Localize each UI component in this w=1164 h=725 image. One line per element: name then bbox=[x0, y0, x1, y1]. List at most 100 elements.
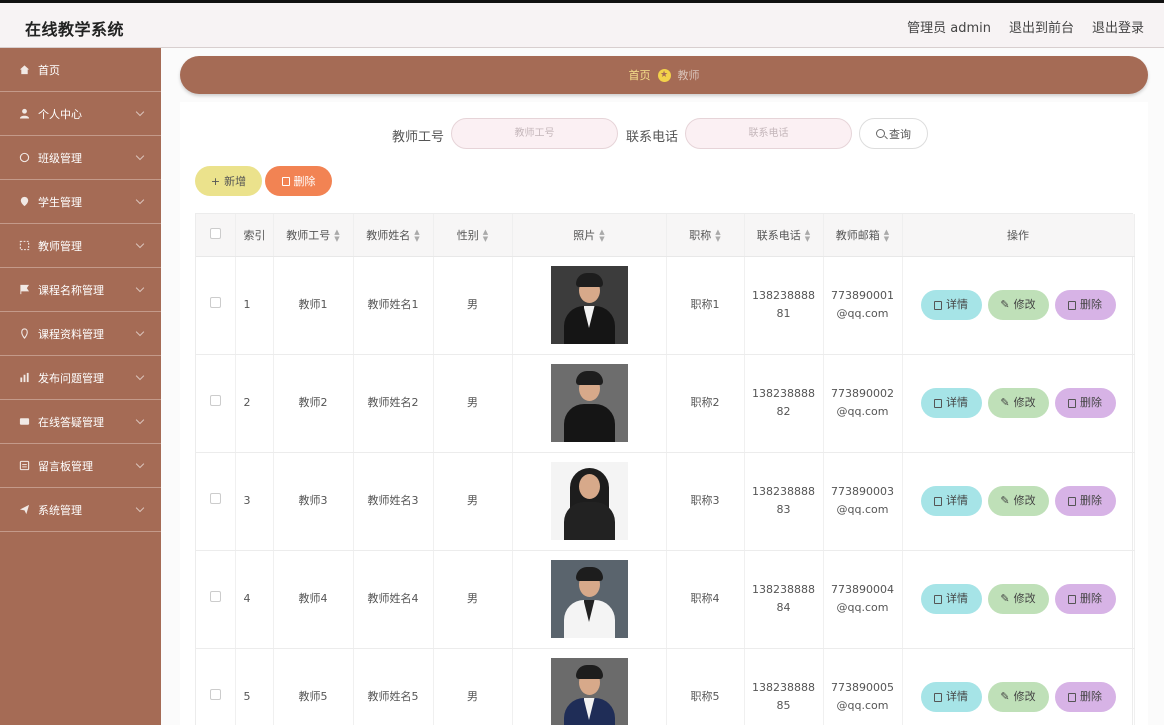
sidebar-item-profile[interactable]: 个人中心 bbox=[0, 92, 161, 136]
row-select-cell bbox=[196, 354, 236, 453]
teacher-photo[interactable] bbox=[550, 560, 628, 638]
sort-icon[interactable]: ▲ ▼ bbox=[483, 228, 488, 243]
row-checkbox[interactable] bbox=[209, 591, 221, 602]
row-checkbox[interactable] bbox=[209, 395, 221, 406]
user-icon bbox=[18, 108, 30, 120]
breadcrumb: 首页 ★ 教师 bbox=[180, 56, 1148, 94]
phone-input[interactable] bbox=[685, 118, 852, 149]
column-header-teacher-name[interactable]: 教师姓名 ▲ ▼ bbox=[353, 214, 434, 257]
sidebar-item-label: 在线答疑管理 bbox=[38, 415, 104, 429]
sidebar-item-teacher[interactable]: 教师管理 bbox=[0, 224, 161, 268]
detail-label: 详情 bbox=[946, 690, 968, 703]
column-header-label: 教师工号 bbox=[286, 228, 331, 242]
teacher-no-input[interactable] bbox=[451, 118, 618, 149]
edit-button[interactable]: ✎ 修改 bbox=[987, 486, 1049, 516]
edit-label: 修改 bbox=[1013, 396, 1036, 409]
sidebar-item-label: 发布问题管理 bbox=[38, 371, 104, 385]
teacher-photo[interactable] bbox=[550, 266, 628, 344]
sidebar-item-student[interactable]: 学生管理 bbox=[0, 180, 161, 224]
chevron-down-icon bbox=[135, 195, 145, 205]
email-line-2: @qq.com bbox=[836, 503, 889, 516]
sort-icon[interactable]: ▲ ▼ bbox=[884, 228, 889, 243]
pencil-icon: ✎ bbox=[1000, 592, 1010, 605]
teacher-photo[interactable] bbox=[550, 462, 628, 540]
sidebar-item-course-name[interactable]: 课程名称管理 bbox=[0, 268, 161, 312]
column-header-label: 照片 bbox=[573, 228, 596, 242]
sidebar-item-label: 学生管理 bbox=[38, 195, 82, 209]
edit-label: 修改 bbox=[1013, 592, 1036, 605]
batch-delete-button[interactable]: 删除 bbox=[265, 166, 332, 196]
document-icon bbox=[934, 398, 942, 408]
document-icon bbox=[934, 594, 942, 604]
chevron-down-icon bbox=[135, 327, 145, 337]
send-icon bbox=[18, 504, 30, 516]
column-header-phone[interactable]: 联系电话 ▲ ▼ bbox=[744, 214, 824, 257]
sort-icon[interactable]: ▲ ▼ bbox=[334, 228, 339, 243]
column-header-teacher-no[interactable]: 教师工号 ▲ ▼ bbox=[273, 214, 354, 257]
chevron-down-icon bbox=[135, 283, 145, 293]
edit-button[interactable]: ✎ 修改 bbox=[987, 584, 1049, 614]
row-select-cell bbox=[196, 648, 236, 725]
title-cell: 职称3 bbox=[666, 452, 745, 551]
detail-button[interactable]: 详情 bbox=[920, 290, 982, 320]
column-header-title[interactable]: 职称 ▲ ▼ bbox=[666, 214, 745, 257]
email-cell: 773890005 @qq.com bbox=[823, 648, 903, 725]
sidebar-item-home[interactable]: 首页 bbox=[0, 48, 161, 92]
query-button[interactable]: 查询 bbox=[859, 118, 928, 149]
phone-cell: 138238888 85 bbox=[744, 648, 824, 725]
teacher-table: 索引 教师工号 ▲ ▼ 教师姓名 ▲ ▼ 性别 ▲ ▼ 照片 ▲ ▼ 职称 ▲ ▼ 联系电话 ▲ ▼ 教… bbox=[195, 213, 1135, 725]
gender-cell: 男 bbox=[433, 256, 513, 355]
phone-cell: 138238888 84 bbox=[744, 550, 824, 649]
sort-icon[interactable]: ▲ ▼ bbox=[805, 228, 810, 243]
logout-link[interactable]: 退出登录 bbox=[1092, 17, 1144, 36]
sidebar-item-system[interactable]: 系统管理 bbox=[0, 488, 161, 532]
add-button[interactable]: + 新增 bbox=[195, 166, 262, 196]
email-line-1: 773890004 bbox=[831, 583, 894, 596]
edit-label: 修改 bbox=[1013, 690, 1036, 703]
row-checkbox[interactable] bbox=[209, 689, 221, 700]
column-header-photo[interactable]: 照片 ▲ ▼ bbox=[512, 214, 667, 257]
phone-label: 联系电话 bbox=[626, 130, 679, 145]
sidebar-item-message-board[interactable]: 留言板管理 bbox=[0, 444, 161, 488]
column-header-email[interactable]: 教师邮箱 ▲ ▼ bbox=[823, 214, 903, 257]
row-select-cell bbox=[196, 452, 236, 551]
column-header-index: 索引 bbox=[235, 214, 274, 257]
sidebar-item-publish-question[interactable]: 发布问题管理 bbox=[0, 356, 161, 400]
delete-button[interactable]: 删除 bbox=[1054, 290, 1116, 320]
teacher-name-cell: 教师姓名3 bbox=[353, 452, 434, 551]
gender-cell: 男 bbox=[433, 354, 513, 453]
detail-button[interactable]: 详情 bbox=[920, 486, 982, 516]
sidebar-item-class[interactable]: 班级管理 bbox=[0, 136, 161, 180]
sort-icon[interactable]: ▲ ▼ bbox=[715, 228, 720, 243]
sort-icon[interactable]: ▲ ▼ bbox=[414, 228, 419, 243]
chevron-down-icon bbox=[135, 239, 145, 249]
exit-to-front-link[interactable]: 退出到前台 bbox=[1009, 17, 1074, 36]
edit-button[interactable]: ✎ 修改 bbox=[987, 388, 1049, 418]
edit-button[interactable]: ✎ 修改 bbox=[987, 682, 1049, 712]
sidebar-item-course-material[interactable]: 课程资料管理 bbox=[0, 312, 161, 356]
detail-button[interactable]: 详情 bbox=[920, 682, 982, 712]
column-header-actions: 操作 bbox=[902, 214, 1135, 257]
detail-button[interactable]: 详情 bbox=[920, 388, 982, 418]
sidebar-item-online-qa[interactable]: 在线答疑管理 bbox=[0, 400, 161, 444]
delete-button[interactable]: 删除 bbox=[1054, 682, 1116, 712]
column-header-gender[interactable]: 性别 ▲ ▼ bbox=[433, 214, 513, 257]
actions-cell: 详情 ✎ 修改 删除 bbox=[902, 256, 1135, 355]
title-cell: 职称5 bbox=[666, 648, 745, 725]
trash-icon bbox=[1068, 692, 1076, 702]
actions-cell: 详情 ✎ 修改 删除 bbox=[902, 354, 1135, 453]
delete-button[interactable]: 删除 bbox=[1054, 584, 1116, 614]
pencil-icon: ✎ bbox=[1000, 494, 1010, 507]
teacher-photo[interactable] bbox=[550, 658, 628, 725]
teacher-photo[interactable] bbox=[550, 364, 628, 442]
search-icon bbox=[876, 129, 885, 138]
detail-button[interactable]: 详情 bbox=[920, 584, 982, 614]
row-checkbox[interactable] bbox=[209, 297, 221, 308]
select-all-checkbox[interactable] bbox=[209, 227, 221, 239]
delete-button[interactable]: 删除 bbox=[1054, 388, 1116, 418]
delete-button[interactable]: 删除 bbox=[1054, 486, 1116, 516]
breadcrumb-home[interactable]: 首页 bbox=[629, 67, 651, 83]
edit-button[interactable]: ✎ 修改 bbox=[987, 290, 1049, 320]
sort-icon[interactable]: ▲ ▼ bbox=[599, 228, 604, 243]
row-checkbox[interactable] bbox=[209, 493, 221, 504]
